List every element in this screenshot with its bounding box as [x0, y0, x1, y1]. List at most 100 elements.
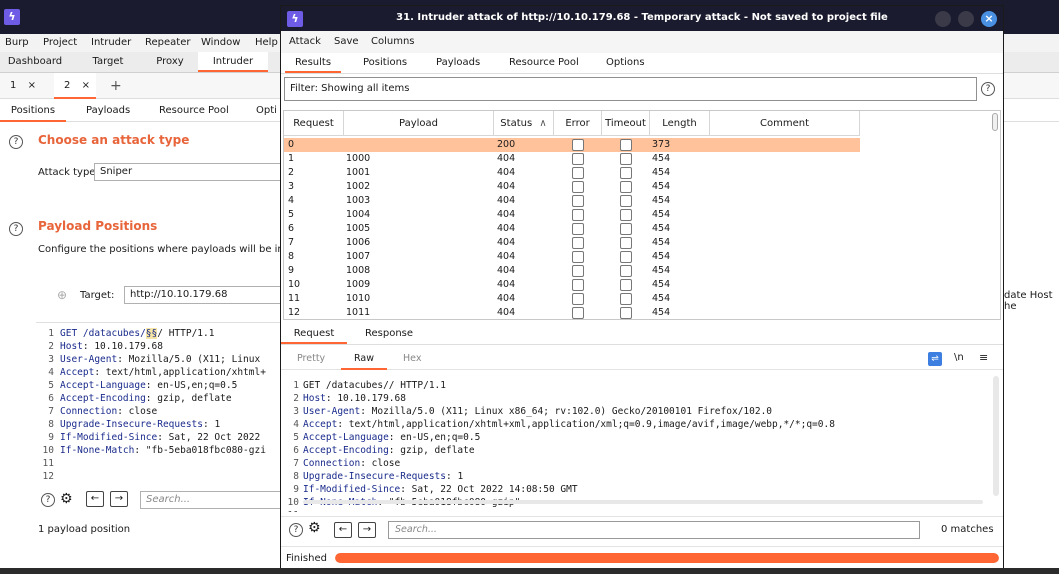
table-row[interactable]: 12 1011 404 454 — [284, 306, 860, 319]
search-input[interactable]: Search... — [140, 491, 282, 509]
add-tab-icon[interactable]: + — [110, 73, 122, 99]
line-number: 6 — [48, 393, 54, 404]
request-horizontal-scrollbar[interactable] — [303, 500, 983, 504]
column-comment[interactable]: Comment — [710, 111, 860, 136]
menu-attack[interactable]: Attack — [289, 36, 321, 47]
menu-burp[interactable]: Burp — [5, 37, 29, 48]
cell-status: 404 — [497, 307, 516, 318]
table-row[interactable]: 6 1005 404 454 — [284, 222, 860, 236]
search-input[interactable]: Search... — [388, 521, 920, 539]
tab-resource-pool[interactable]: Resource Pool — [509, 53, 579, 73]
error-checkbox — [572, 223, 584, 235]
table-row[interactable]: 5 1004 404 454 — [284, 208, 860, 222]
help-icon[interactable]: ? — [9, 135, 23, 149]
column-payload[interactable]: Payload — [344, 111, 494, 136]
close-icon[interactable]: × — [28, 80, 36, 91]
menu-intruder[interactable]: Intruder — [91, 37, 131, 48]
tab-intruder[interactable]: Intruder — [198, 52, 268, 72]
tab-payloads[interactable]: Payloads — [86, 100, 130, 122]
back-arrow-icon[interactable]: ← — [334, 522, 352, 538]
table-row[interactable]: 11 1010 404 454 — [284, 292, 860, 306]
dialog-tabs: Results Positions Payloads Resource Pool… — [281, 53, 1003, 74]
forward-arrow-icon[interactable]: → — [358, 522, 376, 538]
tab-pretty[interactable]: Pretty — [297, 348, 325, 370]
tab-proxy[interactable]: Proxy — [144, 52, 196, 72]
header-value: : en-US,en;q=0.5 — [145, 380, 238, 391]
attack-type-select[interactable]: Sniper — [94, 163, 282, 181]
help-icon[interactable]: ? — [981, 82, 995, 96]
hamburger-menu-icon[interactable]: ≡ — [979, 351, 988, 364]
tab-raw[interactable]: Raw — [341, 348, 387, 370]
tab-options[interactable]: Options — [606, 53, 645, 73]
tab-dashboard[interactable]: Dashboard — [0, 52, 70, 72]
table-row[interactable]: 0 200 373 — [284, 138, 860, 152]
close-icon[interactable]: × — [981, 11, 997, 27]
table-row[interactable]: 10 1009 404 454 — [284, 278, 860, 292]
cell-length: 454 — [652, 167, 671, 178]
menu-window[interactable]: Window — [201, 37, 240, 48]
table-row[interactable]: 8 1007 404 454 — [284, 250, 860, 264]
dialog-titlebar[interactable]: ϟ 31. Intruder attack of http://10.10.17… — [281, 6, 1003, 31]
table-row[interactable]: 9 1008 404 454 — [284, 264, 860, 278]
tab-results[interactable]: Results — [285, 53, 341, 73]
gear-icon[interactable]: ⚙ — [60, 491, 73, 507]
tab-target[interactable]: Target — [74, 52, 142, 72]
maximize-icon[interactable] — [958, 11, 974, 27]
help-icon[interactable]: ? — [41, 493, 55, 507]
table-row[interactable]: 3 1002 404 454 — [284, 180, 860, 194]
table-scrollbar[interactable] — [992, 113, 998, 131]
tab-positions[interactable]: Positions — [0, 100, 66, 122]
newline-toggle-icon[interactable]: \n — [954, 352, 964, 363]
cell-length: 454 — [652, 307, 671, 318]
menu-project[interactable]: Project — [43, 37, 77, 48]
menu-repeater[interactable]: Repeater — [145, 37, 190, 48]
minimize-icon[interactable] — [935, 11, 951, 27]
table-row[interactable]: 4 1003 404 454 — [284, 194, 860, 208]
column-length[interactable]: Length — [650, 111, 710, 136]
request-viewer[interactable]: 1 GET /datacubes// HTTP/1.1 2 Host: 10.10.1… — [285, 372, 995, 512]
help-icon[interactable]: ? — [289, 523, 303, 537]
tab-request[interactable]: Request — [281, 324, 347, 344]
word-wrap-icon[interactable]: ⇌ — [928, 352, 942, 366]
tab-payloads[interactable]: Payloads — [436, 53, 480, 73]
column-timeout[interactable]: Timeout — [602, 111, 650, 136]
tab-response[interactable]: Response — [365, 324, 413, 344]
cell-status: 404 — [497, 195, 516, 206]
tab-hex[interactable]: Hex — [403, 348, 421, 370]
update-host-header-label: date Host he — [1004, 290, 1053, 312]
attack-progress-bar — [335, 553, 999, 563]
close-icon[interactable]: × — [82, 80, 90, 91]
table-row[interactable]: 1 1000 404 454 — [284, 152, 860, 166]
line-number: 12 — [42, 471, 54, 482]
intruder-attack-dialog: ϟ 31. Intruder attack of http://10.10.17… — [280, 5, 1004, 568]
filter-bar[interactable]: Filter: Showing all items — [284, 77, 977, 101]
tab-resource-pool[interactable]: Resource Pool — [159, 100, 229, 122]
crosshair-icon: ⊕ — [57, 288, 68, 302]
column-request[interactable]: Request — [284, 111, 344, 136]
cell-request: 3 — [288, 181, 295, 192]
gear-icon[interactable]: ⚙ — [308, 520, 321, 536]
request-vertical-scrollbar[interactable] — [993, 376, 999, 496]
tab-positions[interactable]: Positions — [363, 53, 407, 73]
line-number: 11 — [42, 458, 54, 469]
help-icon[interactable]: ? — [9, 222, 23, 236]
menu-columns[interactable]: Columns — [371, 36, 415, 47]
instance-tab-1[interactable]: 1 × — [10, 73, 48, 99]
error-checkbox — [572, 181, 584, 193]
menu-save[interactable]: Save — [334, 36, 359, 47]
instance-tab-2[interactable]: 2 × — [54, 73, 96, 99]
target-input[interactable]: http://10.10.179.68 — [124, 286, 282, 304]
tab-options[interactable]: Opti — [256, 100, 277, 122]
forward-arrow-icon[interactable]: → — [110, 491, 128, 507]
attack-type-label: Attack type: — [38, 167, 99, 178]
header-name: User-Agent — [303, 406, 361, 417]
back-arrow-icon[interactable]: ← — [86, 491, 104, 507]
column-status[interactable]: Status ∧ — [494, 111, 554, 136]
table-row[interactable]: 2 1001 404 454 — [284, 166, 860, 180]
editor-line: 10 If-None-Match: "fb-5eba018fbc080-gzi — [36, 444, 266, 457]
column-error[interactable]: Error — [554, 111, 602, 136]
cell-status: 404 — [497, 209, 516, 220]
menu-help[interactable]: Help — [255, 37, 278, 48]
table-row[interactable]: 7 1006 404 454 — [284, 236, 860, 250]
request-template-editor[interactable]: 1 GET /datacubes/§§/ HTTP/1.1 2 Host: 10.10… — [36, 322, 280, 482]
